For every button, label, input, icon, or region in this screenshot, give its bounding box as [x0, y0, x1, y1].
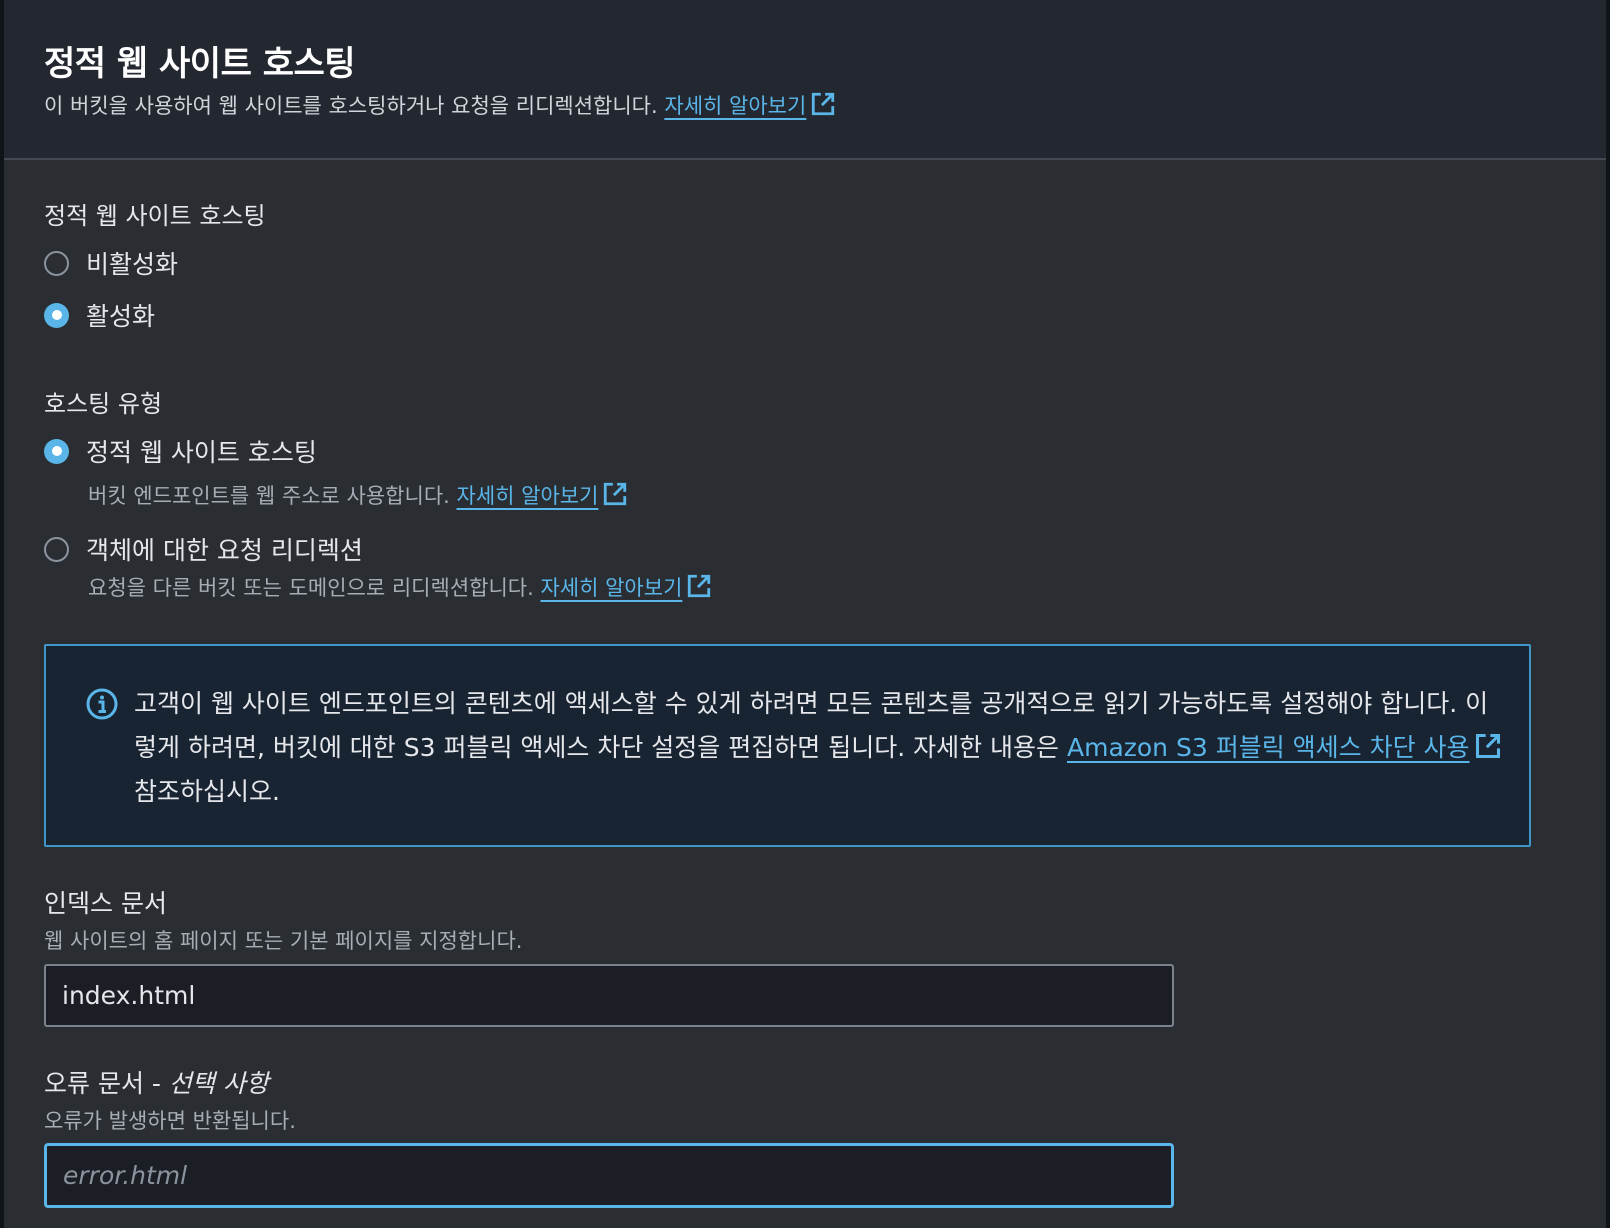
external-link-icon: [1475, 733, 1500, 759]
radio-enable-label: 활성화: [86, 302, 156, 331]
header-description: 이 버킷을 사용하여 웹 사이트를 호스팅하거나 요청을 리디렉션합니다. 자세…: [44, 90, 836, 120]
info-alert: 고객이 웹 사이트 엔드포인트의 콘텐츠에 액세스할 수 있게 하려면 모든 콘…: [44, 644, 1531, 847]
radio-redirect[interactable]: 객체에 대한 요청 리디렉션: [44, 534, 363, 565]
static-hosting-label: 정적 웹 사이트 호스팅: [44, 202, 266, 230]
header-description-text: 이 버킷을 사용하여 웹 사이트를 호스팅하거나 요청을 리디렉션합니다.: [44, 94, 658, 118]
header-learn-more-link[interactable]: 자세히 알아보기: [664, 92, 836, 118]
index-document-description: 웹 사이트의 홈 페이지 또는 기본 페이지를 지정합니다.: [44, 929, 523, 953]
error-document-label-text: 오류 문서 -: [44, 1069, 169, 1098]
radio-static-hosting[interactable]: 정적 웹 사이트 호스팅: [44, 436, 317, 467]
header-learn-more-label: 자세히 알아보기: [664, 94, 807, 118]
info-icon: [86, 688, 118, 720]
radio-disable[interactable]: 비활성화: [44, 248, 179, 279]
info-alert-suffix: 참조하십시오.: [134, 777, 280, 806]
hosting-type-label: 호스팅 유형: [44, 390, 163, 418]
radio-static-hosting-circle[interactable]: [44, 438, 69, 464]
optional-marker: 선택 사항: [168, 1069, 269, 1098]
page-title: 정적 웹 사이트 호스팅: [44, 44, 356, 84]
error-document-label: 오류 문서 - 선택 사항: [44, 1064, 269, 1100]
redirect-learn-more-link[interactable]: 자세히 알아보기: [540, 574, 712, 600]
radio-static-hosting-label: 정적 웹 사이트 호스팅: [86, 438, 317, 467]
panel-header: 정적 웹 사이트 호스팅 이 버킷을 사용하여 웹 사이트를 호스팅하거나 요청…: [4, 0, 1606, 160]
radio-redirect-circle[interactable]: [44, 536, 69, 562]
index-document-input[interactable]: [44, 964, 1174, 1027]
radio-enable[interactable]: 활성화: [44, 300, 156, 331]
redirect-description-text: 요청을 다른 버킷 또는 도메인으로 리디렉션합니다.: [88, 576, 534, 600]
static-hosting-description: 버킷 엔드포인트를 웹 주소로 사용합니다. 자세히 알아보기: [88, 480, 628, 510]
static-website-hosting-panel: 정적 웹 사이트 호스팅 이 버킷을 사용하여 웹 사이트를 호스팅하거나 요청…: [4, 0, 1606, 1228]
external-link-icon: [604, 482, 627, 506]
radio-disable-label: 비활성화: [86, 250, 179, 279]
error-document-description: 오류가 발생하면 반환됩니다.: [44, 1109, 296, 1133]
block-public-access-link-label: Amazon S3 퍼블릭 액세스 차단 사용: [1066, 733, 1470, 762]
external-link-icon: [812, 92, 835, 116]
radio-disable-circle[interactable]: [44, 250, 69, 276]
block-public-access-link[interactable]: Amazon S3 퍼블릭 액세스 차단 사용: [1067, 733, 1502, 762]
static-hosting-learn-more-label: 자세히 알아보기: [456, 484, 599, 508]
radio-redirect-label: 객체에 대한 요청 리디렉션: [86, 536, 363, 565]
redirect-description: 요청을 다른 버킷 또는 도메인으로 리디렉션합니다. 자세히 알아보기: [88, 572, 712, 602]
static-hosting-description-text: 버킷 엔드포인트를 웹 주소로 사용합니다.: [88, 484, 450, 508]
index-document-label: 인덱스 문서: [44, 889, 167, 918]
static-hosting-learn-more-link[interactable]: 자세히 알아보기: [456, 482, 629, 508]
error-document-input[interactable]: [44, 1143, 1174, 1208]
info-alert-text: 고객이 웹 사이트 엔드포인트의 콘텐츠에 액세스할 수 있게 하려면 모든 콘…: [134, 682, 1504, 814]
external-link-icon: [688, 574, 711, 598]
redirect-learn-more-label: 자세히 알아보기: [540, 576, 683, 600]
radio-enable-circle[interactable]: [44, 302, 69, 328]
